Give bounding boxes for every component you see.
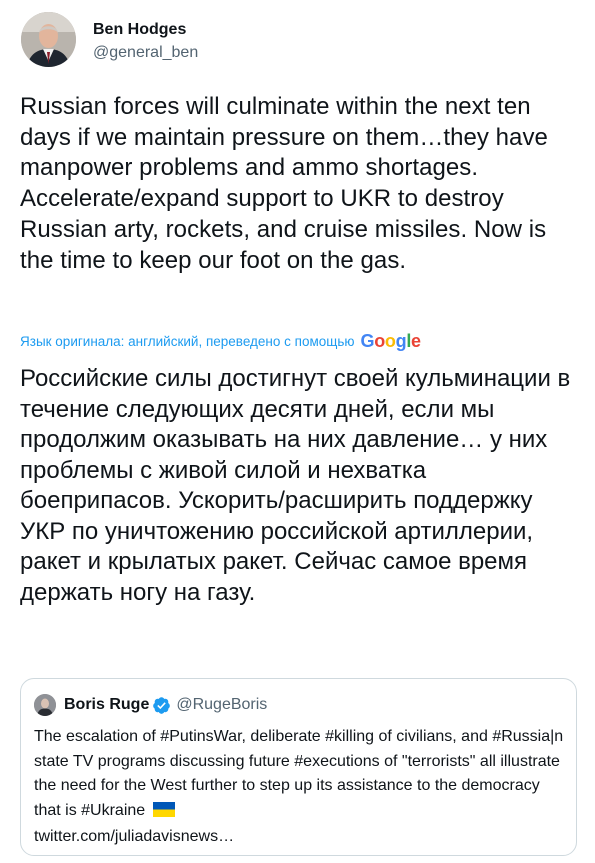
author-avatar[interactable] [21,12,76,67]
author-avatar-image [21,12,76,67]
google-logo: Google [360,331,422,351]
quoted-author-avatar-image [34,694,56,716]
quoted-tweet-card[interactable]: Boris Ruge @RugeBoris The escalation of … [20,678,577,856]
quoted-tweet-text: The escalation of #PutinsWar, deliberate… [34,725,564,850]
quoted-author-avatar [34,694,56,716]
tweet-text: Russian forces will culminate within the… [20,93,548,274]
quoted-author-handle: @RugeBoris [176,696,268,713]
translation-note-text: Язык оригинала: английский, переведено с… [20,334,355,349]
author-handle[interactable]: @general_ben [93,43,198,63]
verified-badge-icon [152,696,171,715]
translated-tweet-text: Российские силы достигнут своей кульмина… [20,365,571,606]
tweet-header: Ben Hodges @general_ben [21,12,198,67]
translation-note[interactable]: Язык оригинала: английский, переведено с… [20,331,421,352]
quoted-author-display-name: Boris Ruge [64,696,150,713]
quoted-tweet-header: Boris Ruge @RugeBoris [34,694,267,716]
author-names: Ben Hodges @general_ben [93,17,198,63]
quoted-tweet-body: The escalation of #PutinsWar, deliberate… [34,728,564,819]
quoted-tweet-link[interactable]: twitter.com/juliadavisnews… [34,828,234,845]
ukraine-flag-icon [152,801,175,826]
author-display-name[interactable]: Ben Hodges [93,20,198,40]
